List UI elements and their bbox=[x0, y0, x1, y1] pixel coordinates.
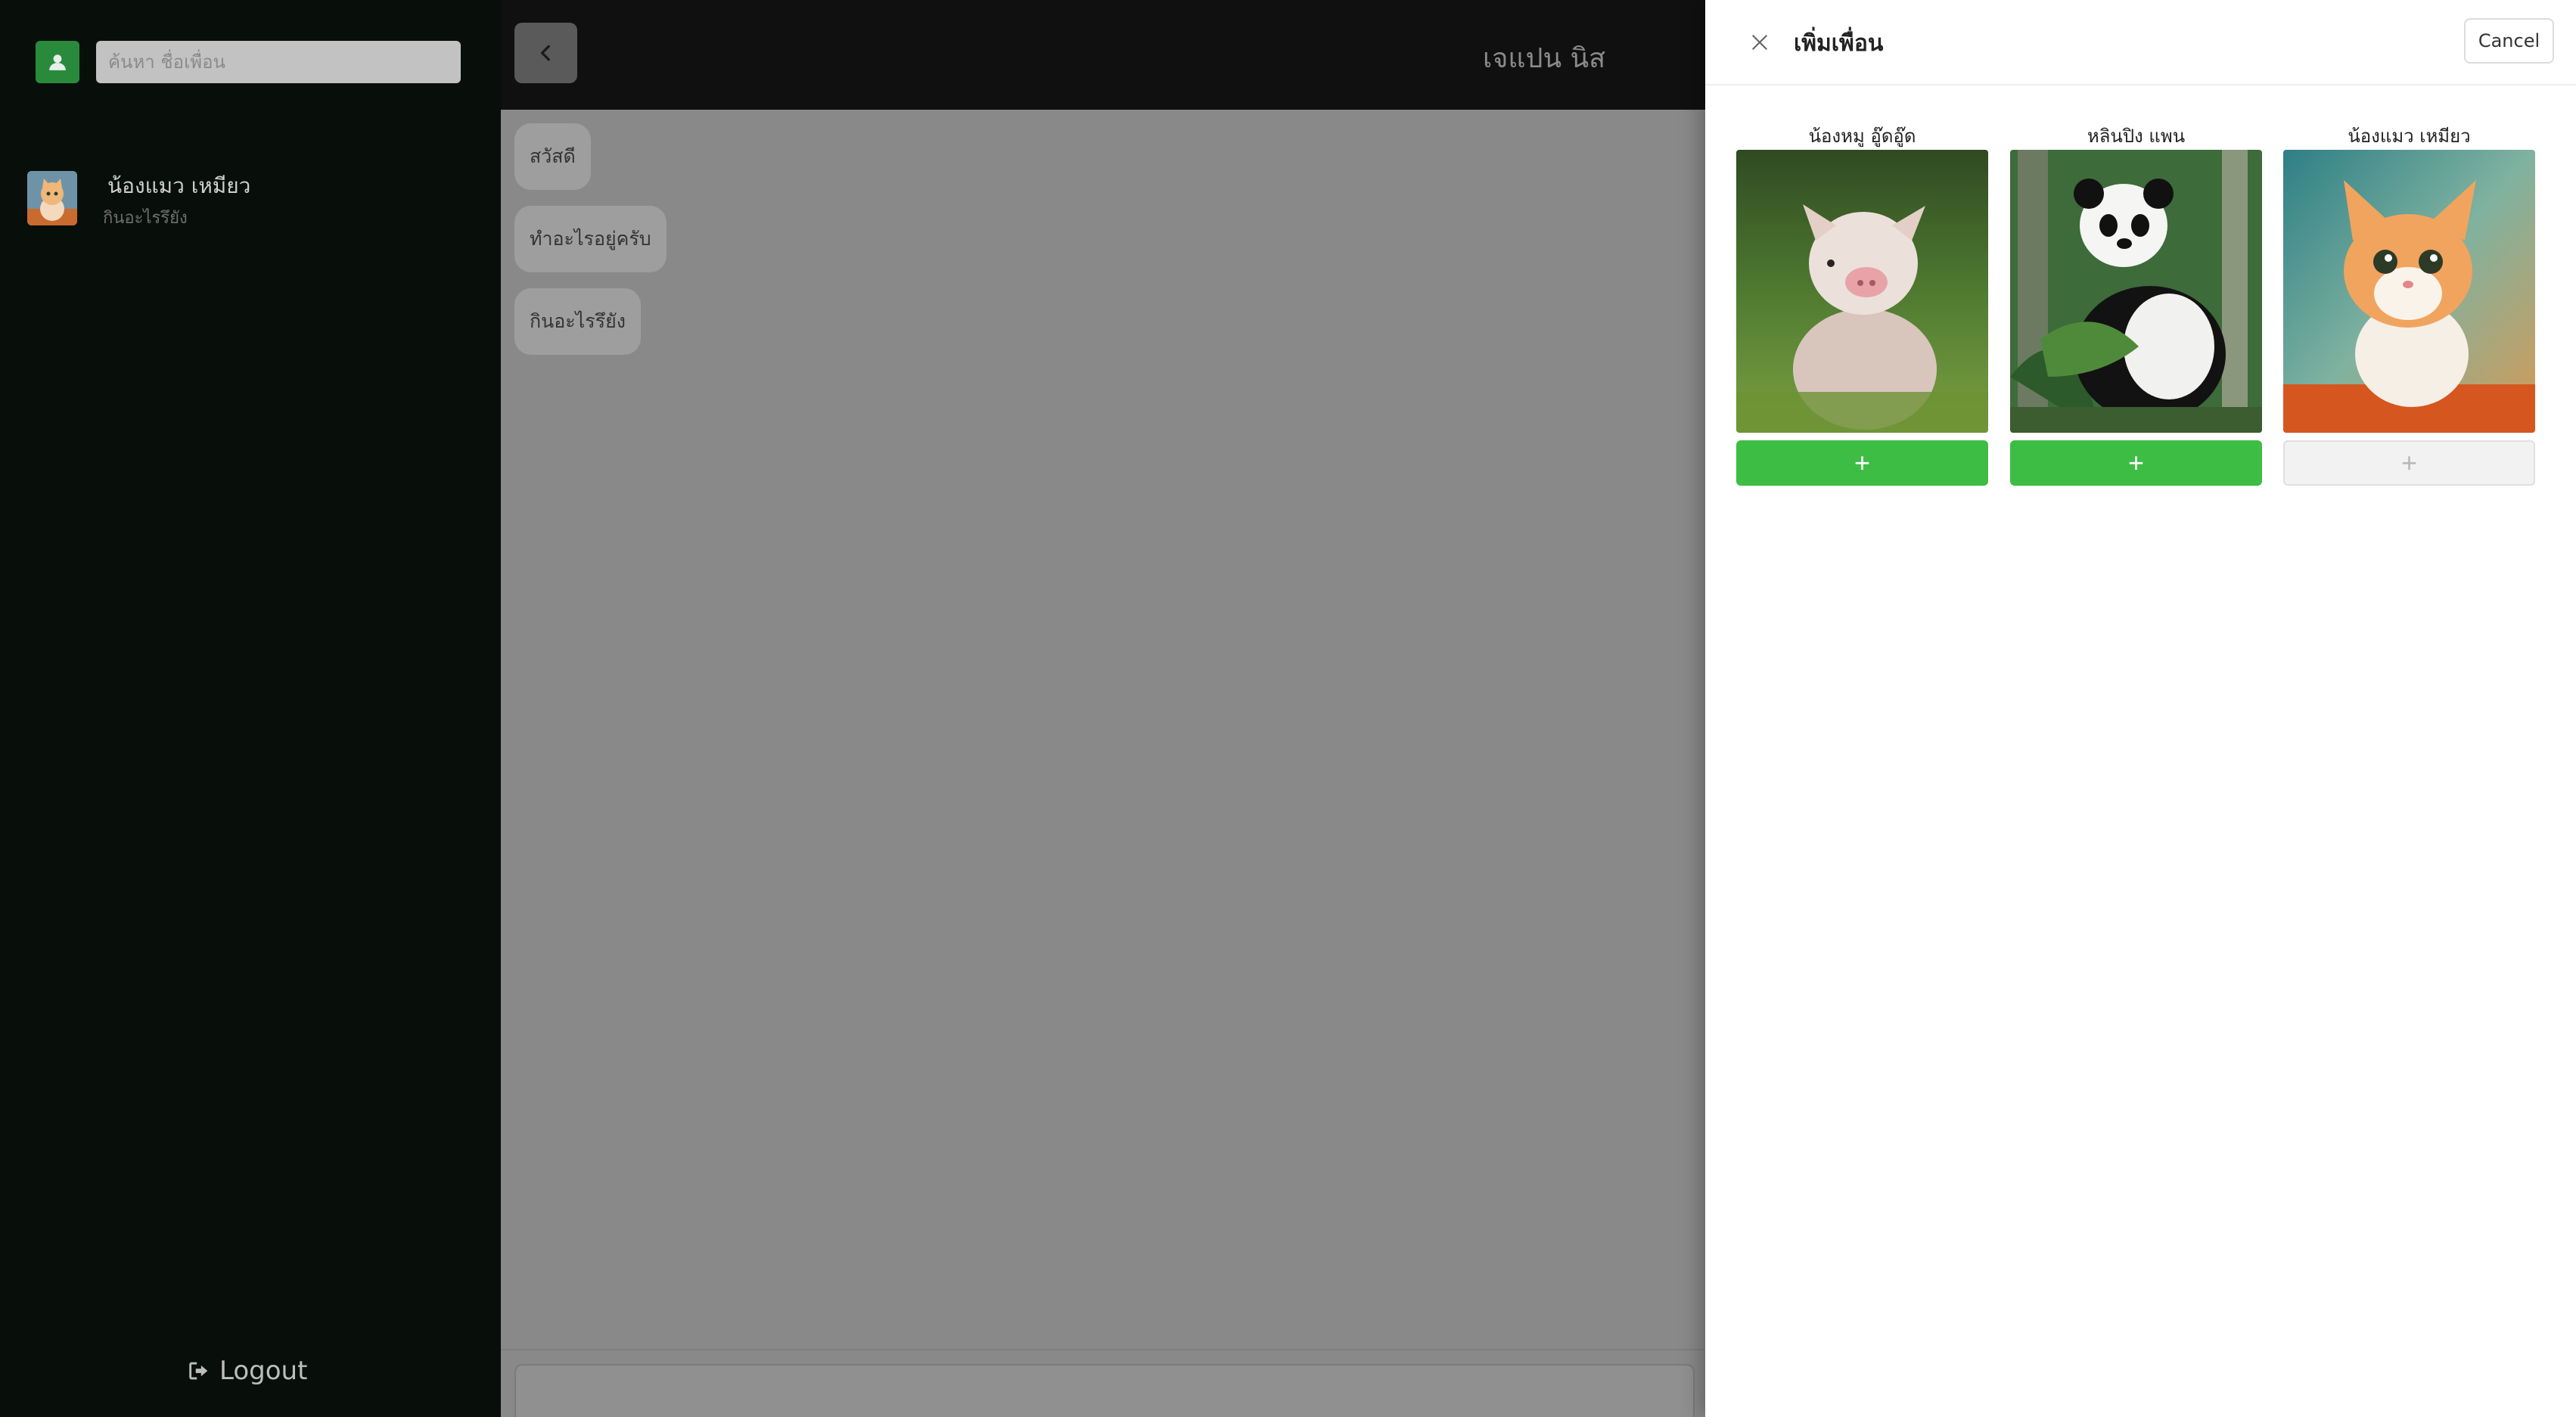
search-friend-input[interactable] bbox=[96, 41, 461, 83]
cancel-button[interactable]: Cancel bbox=[2464, 18, 2554, 64]
profile-button[interactable] bbox=[36, 41, 79, 83]
close-button[interactable] bbox=[1745, 27, 1775, 57]
friend-card: หลินปิง แพน + bbox=[2010, 123, 2262, 486]
message-bubble: ทำอะไรอยู่ครับ bbox=[514, 206, 667, 272]
friend-card: น้องแมว เหมียว + bbox=[2283, 123, 2535, 486]
cat-image bbox=[2283, 150, 2535, 433]
message-list: สวัสดี ทำอะไรอยู่ครับ กินอะไรรึยัง bbox=[501, 110, 1705, 1349]
chat-title: เจแปน นิส bbox=[1483, 43, 1606, 74]
drawer-title: เพิ่มเพื่อน bbox=[1794, 30, 1884, 57]
add-friend-button[interactable]: + bbox=[2010, 440, 2262, 486]
panda-image bbox=[2010, 150, 2262, 433]
logout-button[interactable]: Logout bbox=[186, 1356, 307, 1386]
chat-header: เจแปน นิส bbox=[501, 0, 1705, 110]
card-name: น้องแมว เหมียว bbox=[2348, 126, 2471, 147]
chat-footer bbox=[501, 1349, 1705, 1417]
message-bubble: สวัสดี bbox=[514, 123, 591, 190]
close-icon bbox=[1752, 35, 1767, 50]
friend-name: น้องแมว เหมียว bbox=[107, 173, 251, 198]
message-bubble: กินอะไรรึยัง bbox=[514, 288, 641, 355]
sidebar: น้องแมว เหมียว กินอะไรรึยัง Logout bbox=[0, 0, 501, 1417]
add-friend-drawer: เพิ่มเพื่อน Cancel น้องหมู อู๊ดอู๊ด + หล… bbox=[1705, 0, 2576, 1417]
friend-list-item[interactable]: น้องแมว เหมียว กินอะไรรึยัง bbox=[23, 162, 477, 235]
add-friend-button-disabled[interactable]: + bbox=[2283, 440, 2535, 486]
user-icon bbox=[49, 54, 66, 70]
friend-avatar bbox=[27, 171, 77, 225]
friend-last-message: กินอะไรรึยัง bbox=[103, 209, 188, 228]
drawer-header: เพิ่มเพื่อน Cancel bbox=[1705, 0, 2576, 85]
card-name: หลินปิง แพน bbox=[2087, 126, 2186, 147]
add-friend-button[interactable]: + bbox=[1736, 440, 1988, 486]
message-input[interactable] bbox=[514, 1364, 1695, 1417]
card-name: น้องหมู อู๊ดอู๊ด bbox=[1808, 126, 1916, 147]
back-button[interactable] bbox=[514, 23, 577, 83]
chevron-left-icon bbox=[540, 45, 550, 61]
logout-icon bbox=[189, 1362, 208, 1380]
pig-image bbox=[1736, 150, 1988, 433]
friend-card: น้องหมู อู๊ดอู๊ด + bbox=[1736, 123, 1988, 486]
logout-label: Logout bbox=[219, 1356, 308, 1386]
